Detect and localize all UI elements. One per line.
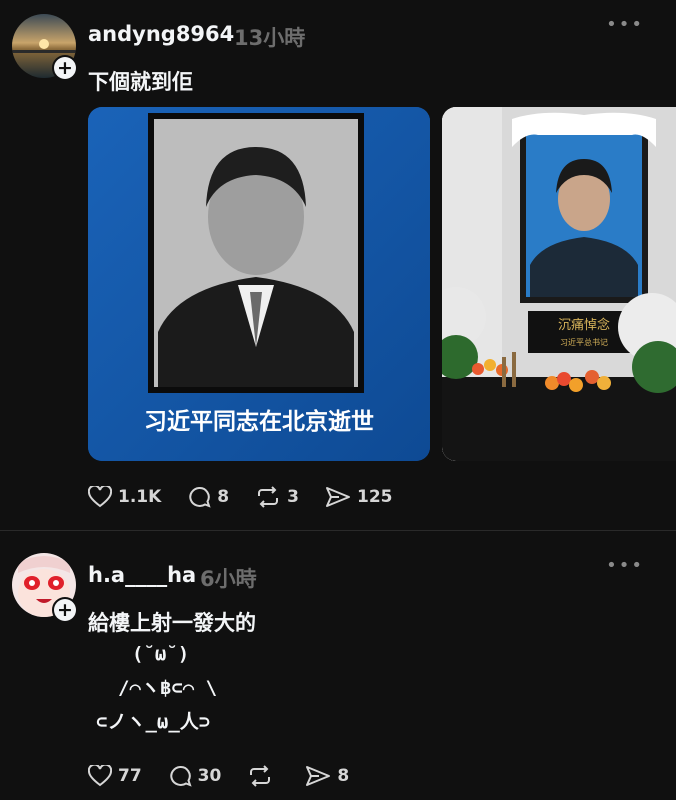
ascii-art-line: /⌒ヽ฿⊂⌒ \ [118,677,218,699]
thread-post: + h.a____ha 6小時 ••• 給樓上射一發大的 (˘ω˘) /⌒ヽ฿⊂… [0,531,676,800]
post-actions: 77 30 8 [88,765,375,787]
plaque-subtext: 习近平总书记 [560,337,608,347]
image-caption: 习近平同志在北京逝世 [144,409,374,435]
heart-icon [88,765,112,787]
send-icon [306,766,331,786]
comment-button[interactable]: 8 [187,486,229,508]
like-button[interactable]: 1.1K [88,486,161,508]
timestamp: 6小時 [200,567,257,591]
username[interactable]: andyng8964 [88,22,234,46]
share-count: 125 [356,487,393,507]
share-count: 8 [337,766,350,786]
thread-post: + andyng8964 13小時 ••• 下個就到佢 习近平同志在北京逝世 沉… [0,0,676,530]
follow-plus-icon[interactable]: + [52,55,78,81]
ascii-art-line: (˘ω˘) [132,643,190,665]
repost-button[interactable] [247,765,279,787]
plaque-text: 沉痛悼念 [558,317,610,333]
share-button[interactable]: 125 [325,486,393,508]
timestamp: 13小時 [234,26,306,50]
post-image[interactable]: 习近平同志在北京逝世 [88,107,430,461]
heart-icon [88,486,112,508]
like-count: 1.1K [118,487,162,507]
send-icon [325,487,350,507]
repost-count: 3 [287,487,299,507]
post-text: 下個就到佢 [88,70,193,94]
post-text: 給樓上射一發大的 [88,611,256,635]
repost-icon [258,486,279,508]
comment-button[interactable]: 30 [168,765,222,787]
more-horizontal-icon[interactable]: ••• [606,14,644,35]
comment-bubble-icon [189,487,211,508]
post-image[interactable]: 沉痛悼念 习近平总书记 [442,107,676,461]
comment-bubble-icon [169,766,192,787]
ascii-art-line: ⊂ノヽ_ω_人⊃ [96,711,211,733]
more-horizontal-icon[interactable]: ••• [606,555,644,576]
repost-icon [250,765,271,787]
repost-button[interactable]: 3 [255,486,299,508]
like-button[interactable]: 77 [88,765,142,787]
follow-plus-icon[interactable]: + [52,597,78,623]
comment-count: 8 [217,487,230,507]
post-actions: 1.1K 8 3 125 [88,486,418,508]
share-button[interactable]: 8 [305,765,349,787]
username[interactable]: h.a____ha [88,563,196,587]
comment-count: 30 [197,766,222,786]
like-count: 77 [118,766,142,786]
